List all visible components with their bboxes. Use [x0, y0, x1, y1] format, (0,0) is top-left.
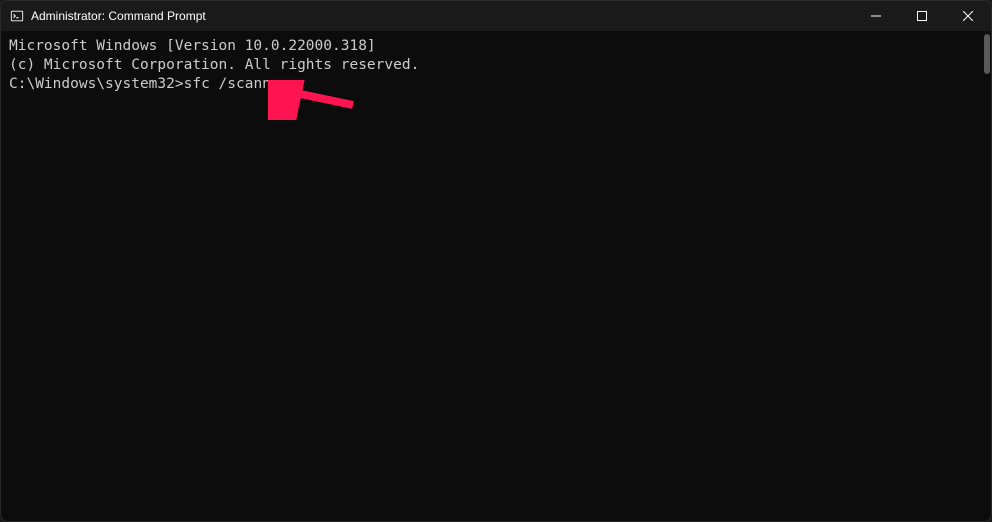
- scrollbar-thumb[interactable]: [984, 34, 990, 74]
- titlebar-left: Administrator: Command Prompt: [9, 8, 206, 24]
- prompt-path: C:\Windows\system32>: [9, 76, 184, 92]
- close-button[interactable]: [945, 1, 991, 31]
- copyright-line: (c) Microsoft Corporation. All rights re…: [9, 56, 983, 75]
- version-line: Microsoft Windows [Version 10.0.22000.31…: [9, 37, 983, 56]
- prompt-line: C:\Windows\system32>sfc /scannow: [9, 75, 983, 94]
- window-title: Administrator: Command Prompt: [31, 9, 206, 23]
- minimize-button[interactable]: [853, 1, 899, 31]
- window-controls: [853, 1, 991, 31]
- cmd-icon: [9, 8, 25, 24]
- terminal-output[interactable]: Microsoft Windows [Version 10.0.22000.31…: [1, 31, 991, 521]
- command-input[interactable]: sfc /scannow: [184, 76, 289, 92]
- titlebar[interactable]: Administrator: Command Prompt: [1, 1, 991, 31]
- command-prompt-window: Administrator: Command Prompt Micr: [0, 0, 992, 522]
- maximize-button[interactable]: [899, 1, 945, 31]
